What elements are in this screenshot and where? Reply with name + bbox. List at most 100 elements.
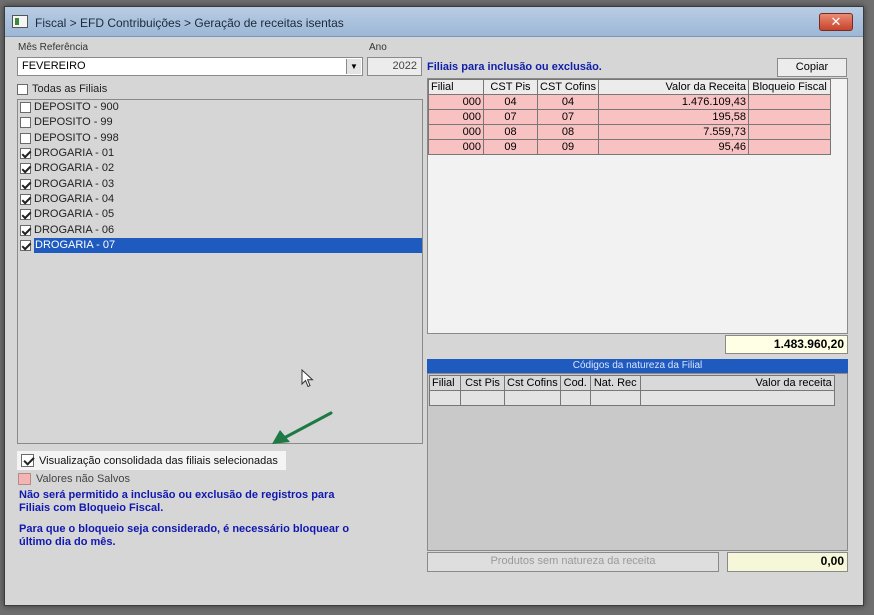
filial-checkbox[interactable]	[20, 224, 31, 236]
filial-checkbox[interactable]	[20, 148, 31, 160]
receitas-table: Filial CST Pis CST Cofins Valor da Recei…	[428, 79, 832, 155]
filial-name: DROGARIA - 07	[34, 237, 422, 253]
list-item[interactable]: DROGARIA - 03	[18, 176, 422, 191]
natureza-grid[interactable]: Filial Cst Pis Cst Cofins Cod. Nat. Rec …	[427, 373, 848, 551]
cell-valor: 1.476.109,43	[598, 94, 750, 110]
cell-cst-pis: 07	[483, 109, 538, 125]
warning-ultimo-dia-text: Para que o bloqueio seja considerado, é …	[19, 523, 350, 548]
app-icon	[12, 15, 28, 28]
list-item[interactable]: DROGARIA - 01	[18, 146, 422, 161]
cell-cst-cofins: 08	[536, 124, 600, 140]
list-item[interactable]: DROGARIA - 06	[18, 222, 422, 237]
filial-checkbox[interactable]	[20, 132, 31, 144]
mes-referencia-select[interactable]: FEVEREIRO ▼	[17, 57, 363, 76]
natureza-table: Filial Cst Pis Cst Cofins Cod. Nat. Rec …	[429, 375, 835, 406]
cell-filial: 000	[428, 124, 484, 140]
receitas-grid[interactable]: Filial CST Pis CST Cofins Valor da Recei…	[427, 78, 848, 334]
table-row[interactable]: 000 04 04 1.476.109,43	[428, 94, 832, 110]
col-cst-pis[interactable]: Cst Pis	[460, 375, 505, 391]
col-nat-rec[interactable]: Nat. Rec	[589, 375, 641, 391]
col-filial[interactable]: Filial	[428, 79, 484, 95]
table-row[interactable]	[429, 390, 835, 406]
legend-row: Valores não Salvos	[18, 473, 130, 485]
window-title: Fiscal > EFD Contribuições > Geração de …	[35, 16, 344, 30]
copiar-button[interactable]: Copiar	[777, 58, 847, 77]
cell-cst-cofins: 09	[536, 139, 600, 155]
cell-cst-pis: 04	[483, 94, 538, 110]
col-bloqueio-fiscal[interactable]: Bloqueio Fiscal	[748, 79, 832, 95]
mouse-cursor-icon	[301, 369, 314, 388]
cell-valor: 195,58	[598, 109, 750, 125]
filial-checkbox[interactable]	[20, 163, 31, 175]
filial-checkbox[interactable]	[20, 193, 31, 205]
table-row[interactable]: 000 09 09 95,46	[428, 139, 832, 155]
title-bar: Fiscal > EFD Contribuições > Geração de …	[5, 7, 863, 37]
cell-cst-cofins: 07	[536, 109, 600, 125]
unsaved-values-swatch	[18, 473, 31, 485]
cell-cst-pis: 08	[483, 124, 538, 140]
consolidated-view-option[interactable]: Visualização consolidada das filiais sel…	[17, 451, 286, 470]
list-item[interactable]: DROGARIA - 04	[18, 192, 422, 207]
ano-input[interactable]: 2022	[367, 57, 422, 76]
cell-cst-pis: 09	[483, 139, 538, 155]
filial-name: DROGARIA - 04	[34, 192, 115, 205]
cell-filial: 000	[428, 139, 484, 155]
col-filial[interactable]: Filial	[429, 375, 461, 391]
list-item[interactable]: DEPOSITO - 99	[18, 115, 422, 130]
filial-checkbox[interactable]	[20, 178, 31, 190]
mes-referencia-value: FEVEREIRO	[22, 60, 86, 72]
col-cst-pis[interactable]: CST Pis	[483, 79, 538, 95]
filial-name: DEPOSITO - 998	[34, 131, 119, 144]
unsaved-values-label: Valores não Salvos	[36, 473, 130, 485]
cell-valor: 7.559,73	[598, 124, 750, 140]
produtos-sem-natureza-button[interactable]: Produtos sem natureza da receita	[427, 552, 719, 572]
filial-name: DROGARIA - 03	[34, 177, 115, 190]
warning-bloqueio-text: Não será permitido a inclusão ou exclusã…	[19, 489, 335, 514]
cell-valor: 95,46	[598, 139, 750, 155]
filial-name: DROGARIA - 05	[34, 208, 115, 221]
col-valor-da-receita[interactable]: Valor da receita	[639, 375, 835, 391]
cell-cst-cofins: 04	[536, 94, 600, 110]
consolidated-label: Visualização consolidada das filiais sel…	[39, 454, 278, 467]
filial-checkbox[interactable]	[20, 102, 31, 114]
col-cst-cofins[interactable]: CST Cofins	[536, 79, 600, 95]
filial-name: DEPOSITO - 900	[34, 101, 119, 114]
todas-filiais-row[interactable]: Todas as Filiais	[17, 83, 107, 95]
list-item[interactable]: DEPOSITO - 998	[18, 131, 422, 146]
total-receita-value: 1.483.960,20	[725, 335, 848, 354]
filial-checkbox[interactable]	[20, 239, 31, 251]
list-item-selected[interactable]: DROGARIA - 07	[18, 237, 422, 253]
todas-filiais-checkbox[interactable]	[17, 83, 28, 95]
chevron-down-icon[interactable]: ▼	[346, 59, 361, 74]
list-item[interactable]: DROGARIA - 02	[18, 161, 422, 176]
table-row[interactable]: 000 07 07 195,58	[428, 109, 832, 125]
cell-bloqueio	[748, 139, 832, 155]
close-button[interactable]: ✕	[819, 13, 853, 31]
consolidated-checkbox[interactable]	[21, 454, 34, 467]
col-cst-cofins[interactable]: Cst Cofins	[504, 375, 561, 391]
list-item[interactable]: DEPOSITO - 900	[18, 100, 422, 115]
filial-checkbox[interactable]	[20, 209, 31, 221]
table-header-row: Filial CST Pis CST Cofins Valor da Recei…	[428, 79, 832, 95]
col-cod[interactable]: Cod.	[559, 375, 591, 391]
list-item[interactable]: DROGARIA - 05	[18, 207, 422, 222]
natureza-total-value: 0,00	[727, 552, 848, 572]
filial-checkbox[interactable]	[20, 117, 31, 129]
main-window: Fiscal > EFD Contribuições > Geração de …	[4, 6, 864, 606]
filial-name: DROGARIA - 06	[34, 223, 115, 236]
col-valor-receita[interactable]: Valor da Receita	[598, 79, 750, 95]
cell-filial: 000	[428, 109, 484, 125]
mes-referencia-label: Mês Referência	[18, 42, 89, 53]
filial-name: DROGARIA - 02	[34, 162, 115, 175]
natureza-title: Códigos da natureza da Filial	[427, 359, 848, 373]
annotation-arrow-icon	[272, 411, 333, 444]
cell-bloqueio	[748, 109, 832, 125]
cell-bloqueio	[748, 124, 832, 140]
table-row[interactable]: 000 08 08 7.559,73	[428, 124, 832, 140]
filial-name: DROGARIA - 01	[34, 147, 115, 160]
todas-filiais-label: Todas as Filiais	[32, 83, 108, 95]
table-header-row: Filial Cst Pis Cst Cofins Cod. Nat. Rec …	[429, 375, 835, 391]
filiais-inclusao-title: Filiais para inclusão ou exclusão.	[427, 61, 602, 73]
ano-label: Ano	[369, 42, 387, 53]
filial-list[interactable]: DEPOSITO - 900 DEPOSITO - 99 DEPOSITO - …	[17, 99, 423, 444]
